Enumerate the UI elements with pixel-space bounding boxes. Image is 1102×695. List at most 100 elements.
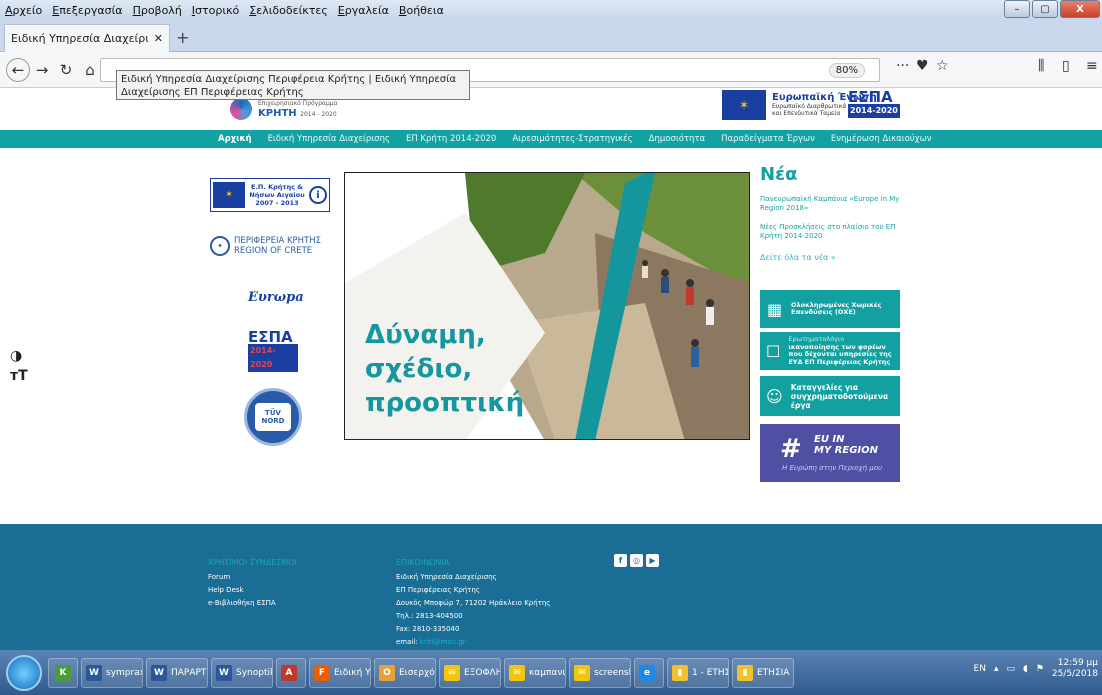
news-item[interactable]: Πανευρωπαϊκή Καμπάνια «Europe in My Regi… bbox=[760, 195, 900, 213]
minimize-button[interactable]: – bbox=[1004, 0, 1030, 18]
tuv-label: TÜV NORD bbox=[255, 403, 291, 431]
menu-view[interactable]: Προβολή bbox=[128, 4, 187, 17]
taskbar-button[interactable]: ▮ ΕΤΗΣΙΑ Ε... bbox=[732, 657, 794, 688]
taskbar-app-icon: ▮ bbox=[672, 664, 688, 681]
links-title: ΧΡΗΣΙΜΟΙ ΣΥΝΔΕΣΜΟΙ bbox=[208, 558, 297, 567]
hashtag-icon: # bbox=[780, 434, 802, 464]
menu-help[interactable]: Βοήθεια bbox=[394, 4, 449, 17]
espa-logo-small[interactable]: ΕΣΠΑ 2014-2020 bbox=[248, 330, 298, 372]
more-actions-icon[interactable]: ··· bbox=[896, 58, 909, 74]
forward-button[interactable]: → bbox=[30, 58, 54, 82]
bookmark-star-icon[interactable]: ☆ bbox=[936, 58, 949, 74]
network-icon[interactable]: ▭ bbox=[1007, 664, 1016, 674]
close-window-button[interactable]: X bbox=[1060, 0, 1100, 18]
nav-management-authority[interactable]: Ειδική Υπηρεσία Διαχείρισης bbox=[260, 134, 398, 144]
taskbar-button[interactable]: W ΠΑΡΑΡΤΗ... bbox=[146, 657, 208, 688]
taskbar-pinned-app[interactable]: K bbox=[48, 657, 78, 688]
euin-line1: EU IN bbox=[814, 434, 845, 445]
questionnaire-text: ικανοποίησης των φορέων που δέχονται υπη… bbox=[788, 342, 892, 366]
sidebar-icon[interactable]: ▯ bbox=[1062, 58, 1070, 74]
clock-date: 25/5/2018 bbox=[1051, 669, 1098, 679]
tray-arrow-icon[interactable]: ▴ bbox=[994, 664, 999, 674]
ep-line1: Ε.Π. Κρήτης & bbox=[251, 183, 303, 191]
espa-years: 2014-2020 bbox=[248, 344, 298, 372]
footer-link[interactable]: Forum bbox=[208, 571, 297, 584]
oxe-tile[interactable]: ▦ Ολοκληρωμένες Χωρικές Επενδύσεις (ΟΧΕ) bbox=[760, 290, 900, 328]
oxe-label: Ολοκληρωμένες Χωρικές Επενδύσεις (ΟΧΕ) bbox=[791, 300, 882, 316]
taskbar-button[interactable]: W Synoptiki... bbox=[211, 657, 273, 688]
news-item[interactable]: Νέες Προσκλήσεις στο πλαίσιο του ΕΠ Κρήτ… bbox=[760, 223, 900, 241]
maximize-button[interactable]: ▢ bbox=[1032, 0, 1058, 18]
reload-button[interactable]: ↻ bbox=[54, 58, 78, 82]
window-controls: – ▢ X bbox=[1004, 0, 1100, 18]
taskbar-app-icon: W bbox=[86, 664, 102, 681]
europa-logo[interactable]: Ευrωpa bbox=[248, 290, 304, 305]
start-button[interactable] bbox=[6, 654, 42, 691]
footer-link[interactable]: e-Βιβλιοθήκη ΕΣΠΑ bbox=[208, 597, 297, 610]
nav-beneficiaries[interactable]: Ενημέρωση Δικαιούχων bbox=[823, 134, 940, 144]
all-news-link[interactable]: Δείτε όλα τα νέα » bbox=[760, 253, 905, 262]
crete-program-logo[interactable]: Επιχειρησιακό Πρόγραμμα ΚΡΗΤΗ 2014 - 202… bbox=[230, 98, 338, 120]
back-button[interactable]: ← bbox=[6, 57, 30, 82]
menu-bookmarks[interactable]: Σελιδοδείκτες bbox=[244, 4, 333, 17]
questionnaire-icon: ☐ bbox=[766, 341, 781, 361]
taskbar-button[interactable]: ✉ ΕΞΟΦΛΗΣ... bbox=[439, 657, 501, 688]
nav-publicity[interactable]: Δημοσιότητα bbox=[641, 134, 714, 144]
footer-link[interactable]: Help Desk bbox=[208, 584, 297, 597]
taskbar-button[interactable]: ✉ καμπανια... bbox=[504, 657, 566, 688]
instagram-icon[interactable]: ◎ bbox=[630, 554, 643, 567]
pocket-icon[interactable]: ♥ bbox=[916, 58, 929, 74]
zoom-level[interactable]: 80% bbox=[828, 63, 865, 78]
close-tab-icon[interactable]: ✕ bbox=[154, 32, 163, 45]
library-icon[interactable]: ⫼ bbox=[1038, 58, 1044, 74]
facebook-icon[interactable]: f bbox=[614, 554, 627, 567]
ep-crete-aegean-logo[interactable]: ✶ Ε.Π. Κρήτης & Νήσων Αιγαίου 2007 - 201… bbox=[210, 178, 330, 212]
menu-icon[interactable]: ≡ bbox=[1086, 58, 1098, 74]
volume-icon[interactable]: ◖ bbox=[1023, 664, 1028, 674]
taskbar-button[interactable]: O Εισερχόμ... bbox=[374, 657, 436, 688]
clock[interactable]: 12:59 μμ 25/5/2018 bbox=[1052, 658, 1098, 680]
menu-tools[interactable]: Εργαλεία bbox=[333, 4, 394, 17]
taskbar-items: Wsympraxis...WΠΑΡΑΡΤΗ...WSynoptiki...AFΕ… bbox=[81, 657, 797, 688]
news-section: Νέα Πανευρωπαϊκή Καμπάνια «Europe in My … bbox=[760, 164, 905, 262]
taskbar-button[interactable]: ✉ screensho... bbox=[569, 657, 631, 688]
browser-tab[interactable]: Ειδική Υπηρεσία Διαχείρισης Περι ✕ bbox=[4, 24, 170, 52]
taskbar-button[interactable]: Wsympraxis... bbox=[81, 657, 143, 688]
text-size-icon[interactable]: тT bbox=[10, 366, 28, 386]
menu-edit[interactable]: Επεξεργασία bbox=[47, 4, 127, 17]
eu-in-my-region-banner[interactable]: # EU IN MY REGION Η Ευρώπη στην Περιοχή … bbox=[760, 424, 900, 482]
euin-subtitle: Η Ευρώπη στην Περιοχή μου bbox=[782, 464, 883, 472]
menu-history[interactable]: Ιστορικό bbox=[187, 4, 245, 17]
taskbar-button[interactable]: A bbox=[276, 657, 306, 688]
taskbar-button[interactable]: F Ειδική Υπ... bbox=[309, 657, 371, 688]
ep-line3: 2007 - 2013 bbox=[255, 199, 299, 207]
taskbar-button-label: sympraxis... bbox=[106, 667, 142, 678]
buildings-icon: ▦ bbox=[766, 299, 783, 319]
nav-home[interactable]: Αρχική bbox=[210, 134, 260, 144]
new-tab-button[interactable]: + bbox=[176, 28, 189, 47]
nav-ep-crete[interactable]: ΕΠ Κρήτη 2014-2020 bbox=[398, 134, 504, 144]
flag-icon[interactable]: ⚑ bbox=[1036, 664, 1044, 674]
espa-logo: ΕΣΠΑ 2014-2020 bbox=[848, 90, 900, 118]
nav-conditionalities[interactable]: Αιρεσιμότητες-Στρατηγικές bbox=[504, 134, 640, 144]
questionnaire-tile[interactable]: ☐ Ερωτηματολόγιο ικανοποίησης των φορέων… bbox=[760, 332, 900, 370]
slogan-line1: Δύναμη, bbox=[365, 320, 486, 350]
region-of-crete-logo[interactable]: ✦ ΠΕΡΙΦΕΡΕΙΑ ΚΡΗΤΗΣ REGION OF CRETE bbox=[210, 236, 335, 256]
menu-bar: Αρχείο Επεξεργασία Προβολή Ιστορικό Σελι… bbox=[0, 0, 1102, 20]
hero-slogan: Δύναμη, σχέδιο, προοπτική bbox=[365, 318, 524, 420]
youtube-icon[interactable]: ▶ bbox=[646, 554, 659, 567]
menu-file[interactable]: Αρχείο bbox=[0, 4, 47, 17]
nav-project-examples[interactable]: Παραδείγματα Έργων bbox=[713, 134, 823, 144]
ep-line2: Νήσων Αιγαίου bbox=[249, 191, 305, 199]
language-indicator[interactable]: EN bbox=[974, 664, 986, 674]
email-link[interactable]: kriti@mou.gr bbox=[420, 638, 466, 646]
complaints-tile[interactable]: ☺ Καταγγελίες για συγχρηματοδοτούμενα έρ… bbox=[760, 376, 900, 416]
contrast-icon[interactable]: ◑ bbox=[10, 346, 28, 366]
slogan-line2: σχέδιο, bbox=[365, 354, 473, 384]
contact-line: Ειδική Υπηρεσία Διαχείρισης bbox=[396, 573, 497, 581]
taskbar-button[interactable]: e bbox=[634, 657, 664, 688]
home-button[interactable]: ⌂ bbox=[78, 58, 102, 82]
taskbar-button-label: 1 - ΕΤΗΣΙ... bbox=[692, 667, 729, 678]
useful-links: ΧΡΗΣΙΜΟΙ ΣΥΝΔΕΣΜΟΙ Forum Help Desk e-Βιβ… bbox=[208, 556, 297, 610]
taskbar-button[interactable]: ▮ 1 - ΕΤΗΣΙ... bbox=[667, 657, 729, 688]
